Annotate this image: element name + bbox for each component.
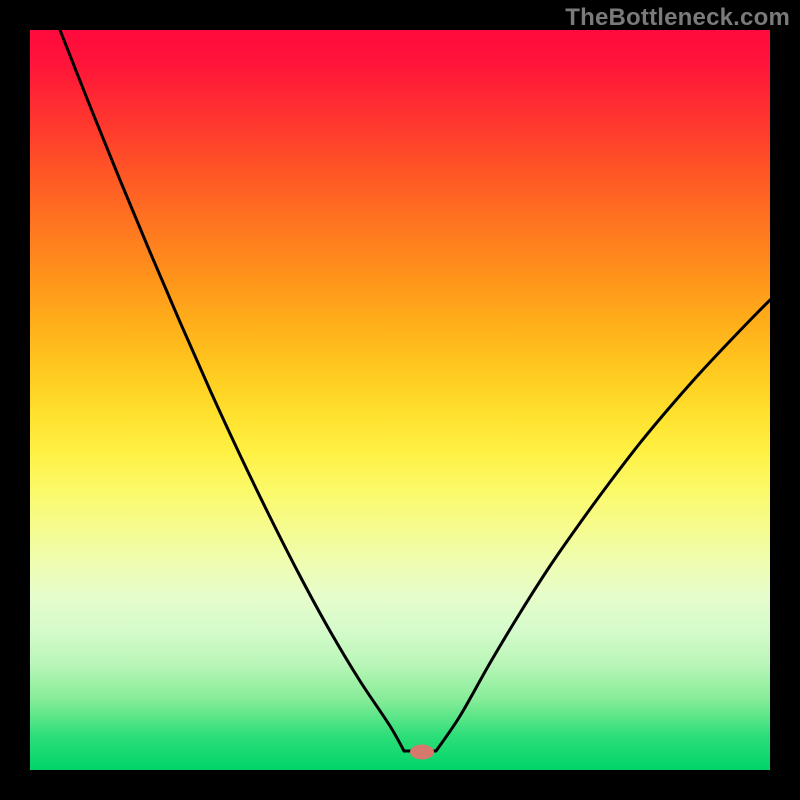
plot-background (30, 30, 770, 770)
watermark-text: TheBottleneck.com (565, 4, 790, 32)
chart-frame: TheBottleneck.com (0, 0, 800, 800)
bottleneck-chart (0, 0, 800, 800)
optimum-marker (410, 745, 434, 760)
